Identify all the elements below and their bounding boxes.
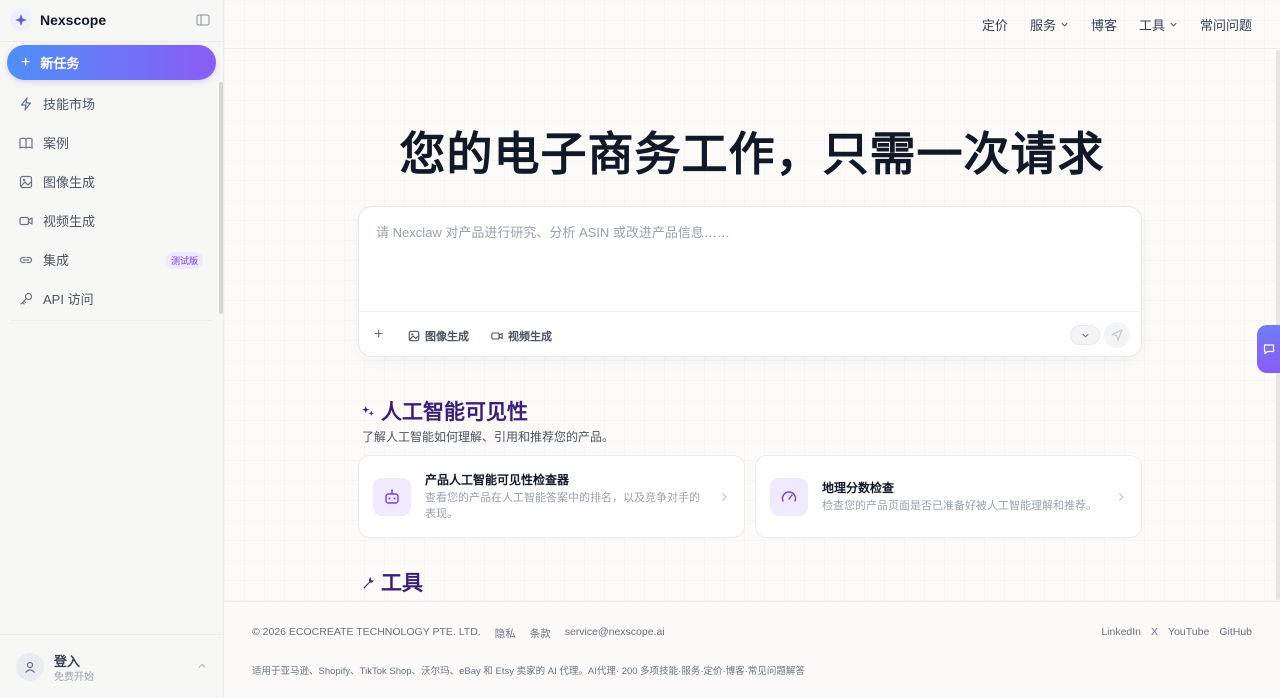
sidebar-item-label: 技能市场 xyxy=(43,97,96,112)
sidebar-item-label: API 访问 xyxy=(43,292,94,307)
sidebar-divider xyxy=(0,41,224,42)
sidebar-scrollbar[interactable] xyxy=(219,82,223,314)
attach-plus-icon[interactable]: + xyxy=(374,326,383,344)
feature-card-geo-score[interactable]: 地理分数检查 检查您的产品页面是否已准备好被人工智能理解和推荐。 xyxy=(755,455,1142,538)
sidebar-item-api-access[interactable]: API 访问 xyxy=(0,279,220,318)
login-area[interactable]: 登入 免费开始 xyxy=(0,634,224,698)
video-icon xyxy=(491,332,503,340)
nav-services[interactable]: 服务 xyxy=(1030,15,1069,34)
beta-badge: 测试版 xyxy=(166,252,204,269)
send-icon xyxy=(1111,329,1123,341)
prompt-card: + 图像生成 视频生成 xyxy=(358,206,1142,357)
sidebar-item-label: 视频生成 xyxy=(43,214,96,229)
footer-links-left: © 2026 ECOCREATE TECHNOLOGY PTE. LTD. 隐私… xyxy=(252,626,665,641)
feature-icon-wrap xyxy=(770,478,808,516)
chevron-down-icon xyxy=(1170,22,1177,27)
new-task-button[interactable]: + 新任务 xyxy=(7,45,216,80)
main-content: 定价 服务 博客 工具 常问问题 您的电子商务工作，只需一次请求 + 图像生成 … xyxy=(224,0,1280,698)
prompt-divider xyxy=(359,311,1141,312)
sidebar-nav: 技能市场 案例 图像生成 视频生成 集成 测试版 API 访问 xyxy=(0,84,220,318)
section-title-tools: 工具 xyxy=(362,567,423,597)
sidebar-item-skills[interactable]: 技能市场 xyxy=(0,84,220,123)
plus-icon: + xyxy=(21,53,31,71)
nav-blog[interactable]: 博客 xyxy=(1091,15,1117,34)
feature-description: 查看您的产品在人工智能答案中的排名，以及竞争对手的表现。 xyxy=(425,492,700,520)
sidebar-item-label: 案例 xyxy=(43,136,70,151)
video-icon xyxy=(19,216,33,225)
hero-title: 您的电子商务工作，只需一次请求 xyxy=(399,128,1105,180)
sidebar-item-label: 图像生成 xyxy=(43,175,96,190)
footer-linkedin-link[interactable]: LinkedIn xyxy=(1101,626,1141,638)
chevron-down-icon xyxy=(1081,333,1089,338)
footer-privacy-link[interactable]: 隐私 xyxy=(495,626,516,641)
sidebar-divider xyxy=(10,320,212,321)
sidebar: Nexscope + 新任务 技能市场 案例 图像生成 视频生成 集成 测试版 xyxy=(0,0,224,698)
feature-icon-wrap xyxy=(373,478,411,516)
sidebar-item-video-generation[interactable]: 视频生成 xyxy=(0,201,220,240)
video-generation-tool-button[interactable]: 视频生成 xyxy=(491,328,552,344)
feature-title: 产品人工智能可见性检查器 xyxy=(425,473,570,487)
model-select-dropdown[interactable] xyxy=(1070,325,1100,345)
login-subtitle: 免费开始 xyxy=(54,672,94,683)
top-navigation: 定价 服务 博客 工具 常问问题 xyxy=(982,14,1252,34)
footer: © 2026 ECOCREATE TECHNOLOGY PTE. LTD. 隐私… xyxy=(224,601,1280,698)
chevron-down-icon xyxy=(1061,22,1068,27)
new-task-label: 新任务 xyxy=(40,56,80,71)
sparkles-icon xyxy=(362,405,375,416)
chevron-up-icon xyxy=(198,663,206,668)
footer-x-link[interactable]: X xyxy=(1151,626,1158,638)
nav-tools[interactable]: 工具 xyxy=(1139,15,1178,34)
chevron-right-icon xyxy=(722,493,727,501)
sidebar-item-image-generation[interactable]: 图像生成 xyxy=(0,162,220,201)
section-title-ai-visibility: 人工智能可见性 xyxy=(362,396,528,426)
footer-social-links: LinkedIn X YouTube GitHub xyxy=(1101,626,1252,638)
gauge-icon xyxy=(781,491,797,502)
chat-icon xyxy=(1263,344,1274,355)
book-icon xyxy=(19,137,33,149)
nexscope-logo-icon xyxy=(10,9,32,31)
footer-github-link[interactable]: GitHub xyxy=(1219,626,1252,638)
nav-faq[interactable]: 常问问题 xyxy=(1200,15,1252,34)
prompt-input[interactable] xyxy=(376,225,1116,240)
user-icon xyxy=(25,661,35,673)
nav-services-label: 服务 xyxy=(1029,17,1056,33)
sidebar-item-cases[interactable]: 案例 xyxy=(0,123,220,162)
brand-name: Nexscope xyxy=(40,12,107,28)
brand[interactable]: Nexscope xyxy=(10,8,106,32)
lightning-icon xyxy=(20,96,32,111)
image-generation-tool-label: 图像生成 xyxy=(425,331,469,343)
video-generation-tool-label: 视频生成 xyxy=(508,331,552,343)
sidebar-item-label: 集成 xyxy=(43,253,70,268)
sidebar-collapse-icon[interactable] xyxy=(196,14,210,26)
footer-youtube-link[interactable]: YouTube xyxy=(1168,626,1209,638)
section-title-text: 人工智能可见性 xyxy=(381,401,528,424)
key-icon xyxy=(20,292,33,305)
image-icon xyxy=(408,330,420,342)
section-description: 了解人工智能如何理解、引用和推荐您的产品。 xyxy=(362,430,615,444)
footer-description: 适用于亚马逊、Shopify、TikTok Shop、沃尔玛、eBay 和 Et… xyxy=(252,666,805,677)
nav-pricing[interactable]: 定价 xyxy=(982,15,1008,34)
link-icon xyxy=(19,256,33,263)
sidebar-item-integrations[interactable]: 集成 测试版 xyxy=(0,240,220,279)
footer-email-link[interactable]: service@nexscope.ai xyxy=(565,626,665,641)
send-button[interactable] xyxy=(1104,322,1130,348)
feature-card-visibility-checker[interactable]: 产品人工智能可见性检查器 查看您的产品在人工智能答案中的排名，以及竞争对手的表现… xyxy=(358,455,745,538)
footer-terms-link[interactable]: 条款 xyxy=(530,626,551,641)
image-generation-tool-button[interactable]: 图像生成 xyxy=(408,328,469,344)
image-icon xyxy=(19,175,33,188)
feature-description: 检查您的产品页面是否已准备好被人工智能理解和推荐。 xyxy=(822,500,1097,512)
footer-copyright: © 2026 ECOCREATE TECHNOLOGY PTE. LTD. xyxy=(252,626,481,638)
avatar xyxy=(16,653,44,681)
wrench-icon xyxy=(363,576,374,589)
chevron-right-icon xyxy=(1119,493,1124,501)
header-divider xyxy=(224,48,1280,49)
feedback-button[interactable] xyxy=(1257,325,1280,373)
section-title-text: 工具 xyxy=(381,572,423,595)
nav-tools-label: 工具 xyxy=(1138,17,1165,33)
robot-icon xyxy=(385,489,399,504)
feature-title: 地理分数检查 xyxy=(822,481,895,495)
